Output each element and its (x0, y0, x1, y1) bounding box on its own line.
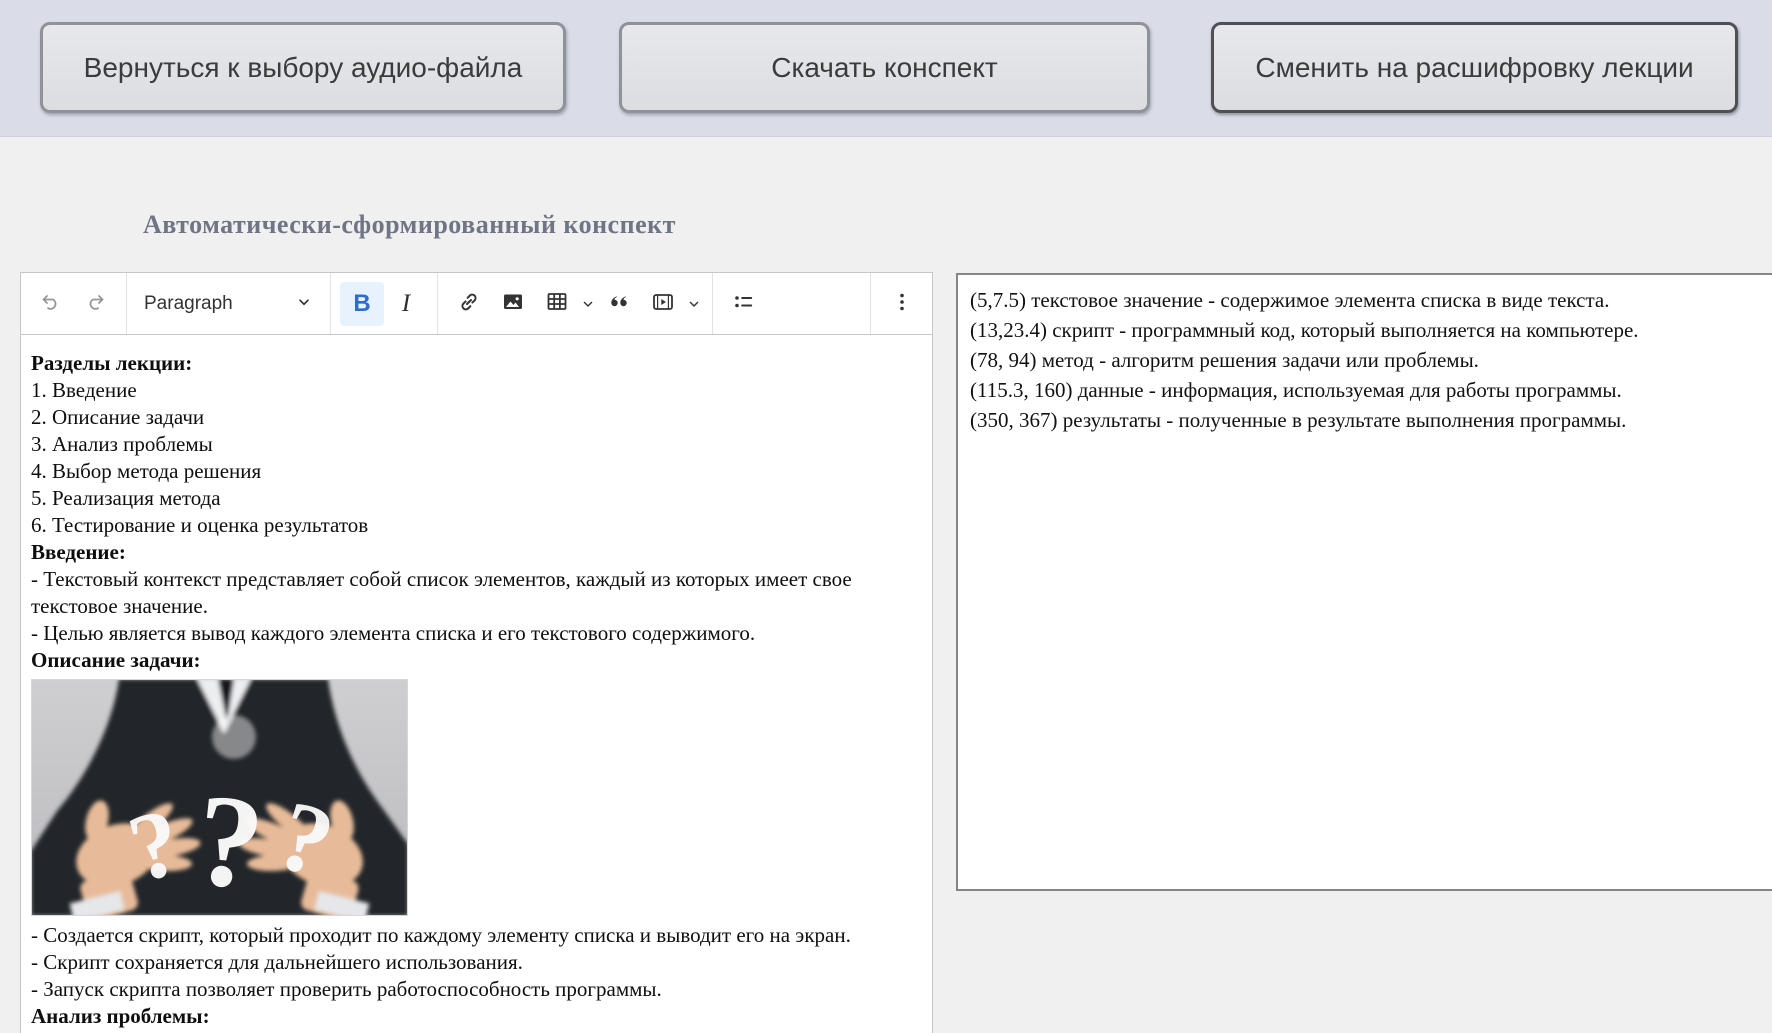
media-embed-icon (651, 290, 675, 317)
content-line: 6. Тестирование и оценка результатов (31, 513, 369, 537)
content-line: - Создается скрипт, который проходит по … (31, 923, 851, 947)
back-to-audio-select-button[interactable]: Вернуться к выбору аудио-файла (40, 22, 566, 113)
rich-text-editor: Paragraph B I Разделы лекции: 1. Введени… (20, 272, 933, 1033)
page-title: Автоматически-сформированный конспект (143, 210, 676, 239)
toolbar-separator (126, 273, 127, 334)
content-heading: Разделы лекции: (31, 351, 193, 375)
italic-icon: I (401, 289, 411, 317)
content-line: 2. Описание задачи (31, 405, 205, 429)
redo-button[interactable] (73, 282, 117, 326)
content-heading: Введение: (31, 540, 126, 564)
question-marks-photo: ? ? ? (31, 679, 408, 916)
transcript-panel[interactable]: (5,7.5) текстовое значение - содержимое … (956, 273, 1772, 891)
insert-image-button[interactable] (491, 282, 535, 326)
undo-icon (39, 290, 63, 317)
switch-to-transcript-button[interactable]: Сменить на расшифровку лекции (1211, 22, 1738, 113)
editor-content[interactable]: Разделы лекции: 1. Введение 2. Описание … (21, 335, 932, 1030)
transcript-line: (13,23.4) скрипт - программный код, кото… (970, 318, 1639, 342)
link-icon (457, 290, 481, 317)
transcript-line: (78, 94) метод - алгоритм решения задачи… (970, 348, 1479, 372)
image-icon (501, 290, 525, 317)
content-heading: Описание задачи: (31, 648, 201, 672)
block-quote-icon (607, 290, 631, 317)
bulleted-list-icon (732, 290, 756, 317)
paragraph-style-label: Paragraph (144, 292, 233, 314)
transcript-line: (5,7.5) текстовое значение - содержимое … (970, 288, 1610, 312)
top-action-bar: Вернуться к выбору аудио-файла Скачать к… (0, 0, 1772, 137)
toolbar-more-options-button[interactable] (880, 282, 924, 326)
content-line: - Запуск скрипта позволяет проверить раб… (31, 977, 662, 1001)
italic-button[interactable]: I (384, 282, 428, 326)
content-line: - Целью является вывод каждого элемента … (31, 621, 756, 645)
transcript-line: (350, 367) результаты - полученные в рез… (970, 408, 1627, 432)
redo-icon (83, 290, 107, 317)
undo-button[interactable] (29, 282, 73, 326)
media-embed-button[interactable] (641, 282, 685, 326)
paragraph-style-dropdown[interactable]: Paragraph (136, 282, 321, 326)
link-button[interactable] (447, 282, 491, 326)
app-screen: Вернуться к выбору аудио-файла Скачать к… (0, 0, 1772, 1033)
chevron-down-icon (295, 293, 313, 314)
bold-button[interactable]: B (340, 281, 384, 326)
block-quote-button[interactable] (597, 282, 641, 326)
bold-icon: B (353, 289, 371, 317)
content-line: 5. Реализация метода (31, 486, 221, 510)
bulleted-list-button[interactable] (722, 282, 766, 326)
toolbar-separator (870, 273, 871, 334)
content-heading: Анализ проблемы: (31, 1004, 210, 1028)
table-dropdown-chevron[interactable] (579, 282, 597, 326)
table-icon (545, 290, 569, 317)
more-options-icon (890, 290, 914, 317)
toolbar-separator (437, 273, 438, 334)
content-line: 1. Введение (31, 378, 137, 402)
download-notes-button[interactable]: Скачать конспект (619, 22, 1150, 113)
toolbar-separator (330, 273, 331, 334)
content-line: 4. Выбор метода решения (31, 459, 262, 483)
content-line: - Скрипт сохраняется для дальнейшего исп… (31, 950, 523, 974)
transcript-line: (115.3, 160) данные - информация, исполь… (970, 378, 1622, 402)
content-line: - Текстовый контекст представляет собой … (31, 567, 852, 618)
toolbar-separator (712, 273, 713, 334)
content-line: 3. Анализ проблемы (31, 432, 213, 456)
editor-toolbar: Paragraph B I (21, 273, 932, 335)
insert-table-button[interactable] (535, 282, 579, 326)
media-dropdown-chevron[interactable] (685, 282, 703, 326)
